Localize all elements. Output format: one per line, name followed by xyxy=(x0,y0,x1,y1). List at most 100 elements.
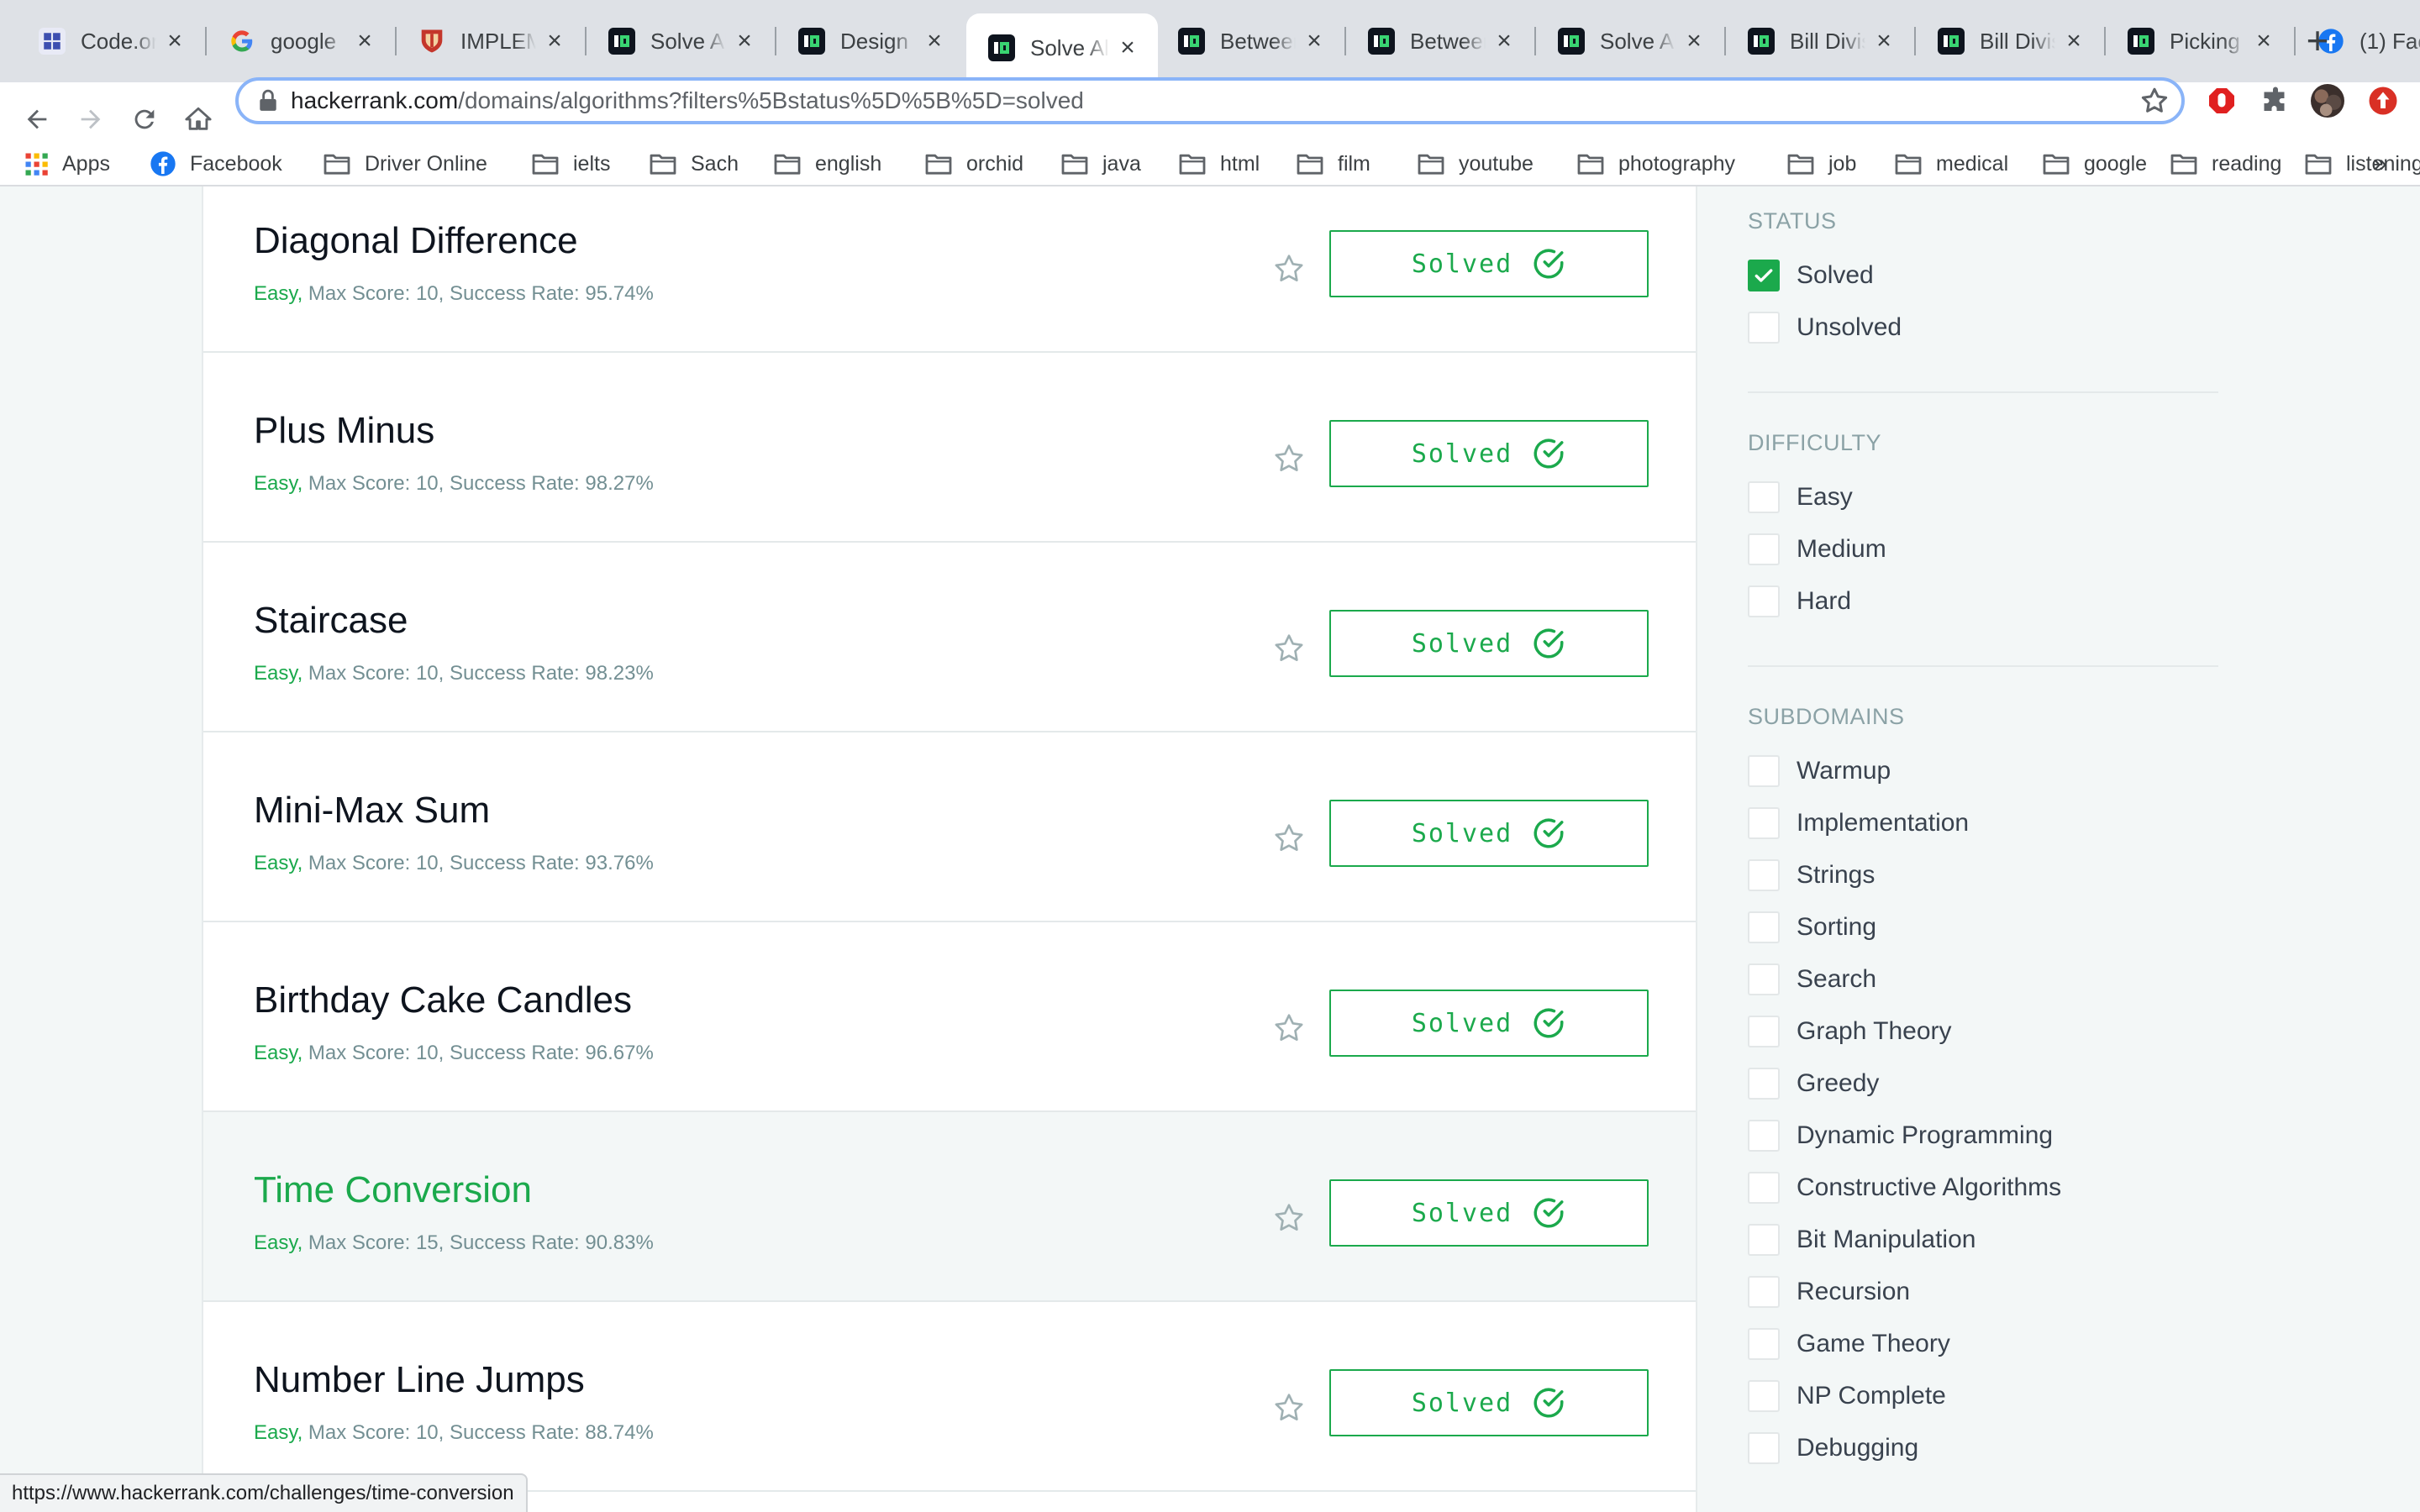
solved-status-button[interactable]: Solved xyxy=(1329,420,1649,487)
difficulty-filter-option[interactable]: Hard xyxy=(1748,585,1851,618)
close-tab-icon[interactable]: × xyxy=(353,27,376,55)
browser-tab[interactable]: Solve Algorithms× xyxy=(1536,10,1724,72)
bookmark-star-icon[interactable] xyxy=(1272,1201,1306,1235)
challenge-row[interactable]: Number Line Jumps Easy, Max Score: 10, Su… xyxy=(203,1302,1696,1492)
bookmark-item[interactable]: java xyxy=(1060,141,1141,186)
challenge-row[interactable]: Staircase Easy, Max Score: 10, Success Ra… xyxy=(203,543,1696,732)
browser-tab[interactable]: Between Two Sets× xyxy=(1156,10,1344,72)
checkbox[interactable] xyxy=(1748,481,1780,513)
bookmark-star-icon[interactable] xyxy=(1272,1391,1306,1425)
subdomains-filter-option[interactable]: Search xyxy=(1748,963,1876,996)
close-tab-icon[interactable]: × xyxy=(163,27,187,55)
subdomains-filter-option[interactable]: Strings xyxy=(1748,858,1875,892)
checkbox[interactable] xyxy=(1748,1224,1780,1256)
status-filter-option[interactable]: Unsolved xyxy=(1748,311,1902,344)
challenge-title[interactable]: Diagonal Difference xyxy=(254,220,578,262)
checkbox[interactable] xyxy=(1748,1432,1780,1464)
browser-tab[interactable]: Bill Division × xyxy=(1916,10,2104,72)
bookmarks-overflow-button[interactable]: » xyxy=(2373,141,2387,186)
challenge-row[interactable]: Mini-Max Sum Easy, Max Score: 10, Success… xyxy=(203,732,1696,922)
bookmark-item[interactable]: ielts xyxy=(531,141,610,186)
bookmark-item[interactable]: english xyxy=(773,141,881,186)
subdomains-filter-option[interactable]: Recursion xyxy=(1748,1275,1910,1309)
bookmark-item[interactable]: Driver Online xyxy=(323,141,487,186)
browser-tab[interactable]: Solve Algorithms× xyxy=(966,13,1158,82)
bookmark-star-icon[interactable] xyxy=(1272,822,1306,855)
checkbox[interactable] xyxy=(1748,312,1780,344)
checkbox[interactable] xyxy=(1748,533,1780,565)
browser-tab[interactable]: Picking Numbers × xyxy=(2106,10,2294,72)
bookmark-item[interactable]: listening xyxy=(2304,141,2420,186)
checkbox[interactable] xyxy=(1748,1016,1780,1047)
bookmark-item[interactable]: Apps xyxy=(24,141,110,186)
close-tab-icon[interactable]: × xyxy=(1682,27,1706,55)
challenge-title[interactable]: Number Line Jumps xyxy=(254,1359,585,1401)
challenge-title[interactable]: Time Conversion xyxy=(254,1169,532,1211)
browser-tab[interactable]: Code.org × xyxy=(17,10,205,72)
subdomains-filter-option[interactable]: Constructive Algorithms xyxy=(1748,1171,2061,1205)
bookmark-item[interactable]: orchid xyxy=(924,141,1023,186)
checkbox[interactable] xyxy=(1748,859,1780,891)
subdomains-filter-option[interactable]: NP Complete xyxy=(1748,1379,1946,1413)
bookmark-item[interactable]: html xyxy=(1178,141,1260,186)
close-tab-icon[interactable]: × xyxy=(1492,27,1516,55)
bookmark-item[interactable]: medical xyxy=(1894,141,2008,186)
solved-status-button[interactable]: Solved xyxy=(1329,610,1649,677)
subdomains-filter-option[interactable]: Sorting xyxy=(1748,911,1876,944)
bookmark-star-icon[interactable] xyxy=(1272,632,1306,665)
subdomains-filter-option[interactable]: Dynamic Programming xyxy=(1748,1119,2053,1152)
bookmark-star-icon[interactable] xyxy=(1272,1011,1306,1045)
difficulty-filter-option[interactable]: Medium xyxy=(1748,533,1886,566)
forward-button[interactable] xyxy=(66,94,116,144)
bookmark-item[interactable]: google xyxy=(2042,141,2147,186)
browser-tab[interactable]: Solve Algorithms× xyxy=(587,10,775,72)
subdomains-filter-option[interactable]: Debugging xyxy=(1748,1431,1918,1465)
checkbox[interactable] xyxy=(1748,807,1780,839)
subdomains-filter-option[interactable]: Game Theory xyxy=(1748,1327,1950,1361)
browser-tab[interactable]: google × xyxy=(207,10,395,72)
close-tab-icon[interactable]: × xyxy=(733,27,756,55)
close-tab-icon[interactable]: × xyxy=(1872,27,1896,55)
home-button[interactable] xyxy=(173,94,224,144)
bookmark-star-icon[interactable] xyxy=(2139,86,2170,116)
subdomains-filter-option[interactable]: Implementation xyxy=(1748,806,1969,840)
challenge-row[interactable]: Plus Minus Easy, Max Score: 10, Success R… xyxy=(203,353,1696,543)
checkbox[interactable] xyxy=(1748,755,1780,787)
checkbox[interactable] xyxy=(1748,1276,1780,1308)
challenge-row[interactable]: Birthday Cake Candles Easy, Max Score: 10… xyxy=(203,922,1696,1112)
subdomains-filter-option[interactable]: Warmup xyxy=(1748,754,1891,788)
solved-status-button[interactable]: Solved xyxy=(1329,1369,1649,1436)
challenge-title[interactable]: Mini-Max Sum xyxy=(254,790,490,832)
subdomains-filter-option[interactable]: Graph Theory xyxy=(1748,1015,1952,1048)
checkbox[interactable] xyxy=(1748,963,1780,995)
checkbox[interactable] xyxy=(1748,585,1780,617)
checkbox[interactable] xyxy=(1748,1120,1780,1152)
checkbox[interactable] xyxy=(1748,1172,1780,1204)
checkbox[interactable] xyxy=(1748,1380,1780,1412)
solved-status-button[interactable]: Solved xyxy=(1329,1179,1649,1247)
adblock-extension-icon[interactable] xyxy=(2205,84,2238,118)
update-icon[interactable] xyxy=(2366,84,2400,118)
status-filter-option[interactable]: Solved xyxy=(1748,259,1874,292)
extensions-puzzle-icon[interactable] xyxy=(2259,84,2292,118)
url-text[interactable]: hackerrank.com/domains/algorithms?filter… xyxy=(291,87,1084,114)
bookmark-item[interactable]: Sach xyxy=(649,141,739,186)
subdomains-filter-option[interactable]: Bit Manipulation xyxy=(1748,1223,1975,1257)
bookmark-star-icon[interactable] xyxy=(1272,442,1306,475)
close-tab-icon[interactable]: × xyxy=(543,27,566,55)
challenge-row[interactable]: Time Conversion Easy, Max Score: 15, Succ… xyxy=(203,1112,1696,1302)
bookmark-item[interactable]: youtube xyxy=(1417,141,1534,186)
bookmark-item[interactable]: photography xyxy=(1576,141,1735,186)
browser-tab[interactable]: Design × xyxy=(776,10,965,72)
challenge-title[interactable]: Staircase xyxy=(254,600,408,642)
close-tab-icon[interactable]: × xyxy=(923,27,946,55)
challenge-title[interactable]: Plus Minus xyxy=(254,410,434,452)
solved-status-button[interactable]: Solved xyxy=(1329,990,1649,1057)
profile-avatar[interactable] xyxy=(2311,84,2344,118)
browser-tab[interactable]: IMPLEMENT × xyxy=(397,10,585,72)
close-tab-icon[interactable]: × xyxy=(1116,34,1139,61)
new-tab-button[interactable]: + xyxy=(2297,21,2338,62)
browser-tab[interactable]: Between Two Sets× xyxy=(1346,10,1534,72)
bookmark-item[interactable]: Facebook xyxy=(150,141,282,186)
back-button[interactable] xyxy=(12,94,62,144)
